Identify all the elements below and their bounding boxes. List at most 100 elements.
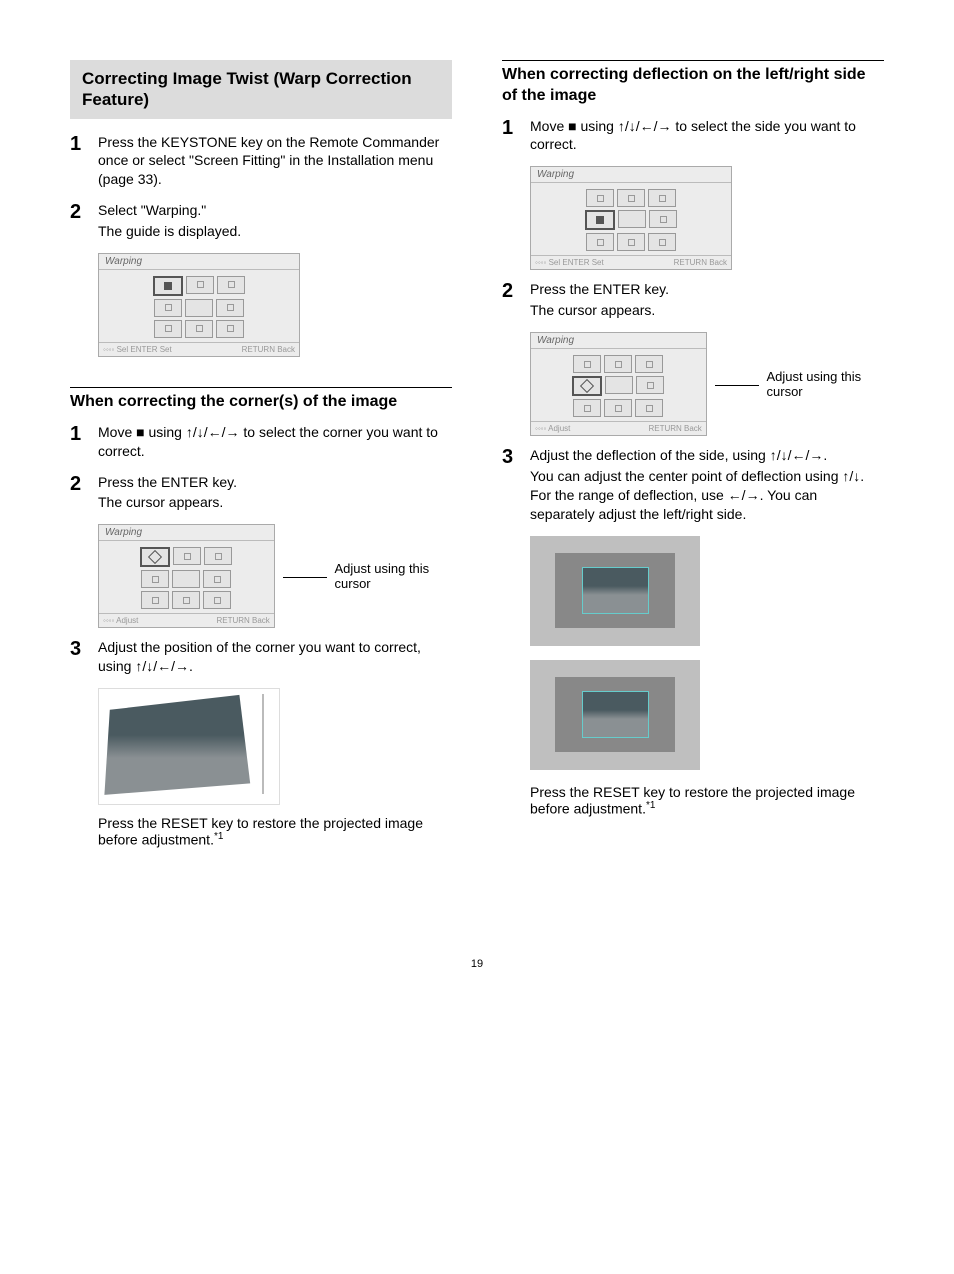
reset-note: Press the RESET key to restore the proje…	[98, 815, 452, 848]
grid-cell-selected	[585, 210, 615, 230]
step-text: Move ■ using ↑/↓/←/→ to select the side …	[530, 117, 884, 155]
section-heading: Correcting Image Twist (Warp Correction …	[70, 60, 452, 119]
two-column-layout: Correcting Image Twist (Warp Correction …	[70, 60, 884, 858]
warping-menu-title: Warping	[99, 525, 274, 541]
step-number: 2	[502, 280, 530, 302]
step-body: Select "Warping." The guide is displayed…	[98, 201, 452, 243]
grid-cell	[186, 276, 214, 294]
grid-cell	[635, 399, 663, 417]
warping-menu-title: Warping	[531, 167, 731, 183]
grid-cell	[141, 570, 169, 588]
grid-cell	[185, 320, 213, 338]
grid-cell	[204, 547, 232, 565]
step: 1 Move ■ using ↑/↓/←/→ to select the cor…	[70, 423, 452, 463]
step-body: Press the ENTER key. The cursor appears.	[530, 280, 884, 322]
menu-footer-left: ◦◦◦◦ Adjust	[103, 616, 138, 625]
warping-menu-title: Warping	[99, 254, 299, 270]
menu-footer-left: ◦◦◦◦ Adjust	[535, 424, 570, 433]
grid-cell	[648, 233, 676, 251]
cursor-callout-label: Adjust using this cursor	[335, 561, 452, 591]
grid-cell-cursor	[572, 376, 602, 396]
cursor-callout-label: Adjust using this cursor	[767, 369, 884, 399]
step-text: Press the ENTER key.	[530, 280, 884, 299]
grid-cell	[217, 276, 245, 294]
menu-footer-right: RETURN Back	[674, 258, 727, 267]
step: 3 Adjust the position of the corner you …	[70, 638, 452, 678]
step: 2 Press the ENTER key. The cursor appear…	[502, 280, 884, 322]
step-text: Press the KEYSTONE key on the Remote Com…	[98, 133, 452, 190]
grid-cell	[635, 355, 663, 373]
menu-footer-left: ◦◦◦◦ Sel ENTER Set	[103, 345, 172, 354]
step-number: 2	[70, 473, 98, 495]
step-number: 2	[70, 201, 98, 223]
menu-footer-right: RETURN Back	[242, 345, 295, 354]
step-text-secondary: The guide is displayed.	[98, 222, 452, 241]
grid-cell	[586, 189, 614, 207]
grid-cell	[604, 355, 632, 373]
grid-cell	[172, 591, 200, 609]
step: 3 Adjust the deflection of the side, usi…	[502, 446, 884, 526]
grid-cell	[141, 591, 169, 609]
sub-heading: When correcting the corner(s) of the ima…	[70, 387, 452, 413]
step-number: 1	[502, 117, 530, 139]
grid-cell	[573, 355, 601, 373]
menu-footer-right: RETURN Back	[648, 424, 701, 433]
menu-footer-right: RETURN Back	[216, 616, 269, 625]
warping-cursor-figure: Warping	[530, 332, 884, 436]
sub-heading: When correcting deflection on the left/r…	[502, 60, 884, 107]
step: 1 Press the KEYSTONE key on the Remote C…	[70, 133, 452, 192]
right-column: When correcting deflection on the left/r…	[502, 60, 884, 858]
grid-cell	[617, 189, 645, 207]
grid-cell	[172, 570, 200, 588]
page-number: 19	[70, 958, 884, 970]
step: 1 Move ■ using ↑/↓/←/→ to select the sid…	[502, 117, 884, 157]
warping-menu-figure: Warping	[530, 166, 884, 270]
grid-cell	[586, 233, 614, 251]
projected-image-figure	[98, 688, 452, 805]
deflection-figure-2	[530, 660, 884, 770]
grid-cell	[203, 570, 231, 588]
grid-cell	[649, 210, 677, 228]
grid-cell	[618, 210, 646, 228]
grid-cell-selected	[153, 276, 183, 296]
step-text: Adjust the deflection of the side, using…	[530, 446, 884, 465]
callout-line	[715, 385, 759, 386]
deflection-figure-1	[530, 536, 884, 646]
warping-menu-title: Warping	[531, 333, 706, 349]
step-number: 1	[70, 423, 98, 445]
warping-menu-figure: Warping	[98, 253, 452, 357]
grid-cell	[636, 376, 664, 394]
menu-footer-left: ◦◦◦◦ Sel ENTER Set	[535, 258, 604, 267]
footnote-ref: *1	[214, 831, 223, 842]
step-body: Press the KEYSTONE key on the Remote Com…	[98, 133, 452, 192]
grid-cell	[617, 233, 645, 251]
grid-cell	[604, 399, 632, 417]
step-text: Press the ENTER key.	[98, 473, 452, 492]
callout-line	[283, 577, 327, 578]
step-text-secondary: You can adjust the center point of defle…	[530, 467, 884, 524]
step-body: Adjust the deflection of the side, using…	[530, 446, 884, 526]
grid-cell	[185, 299, 213, 317]
step-body: Move ■ using ↑/↓/←/→ to select the side …	[530, 117, 884, 157]
grid-cell	[154, 299, 182, 317]
step-number: 3	[502, 446, 530, 468]
step-number: 1	[70, 133, 98, 155]
step: 2 Select "Warping." The guide is display…	[70, 201, 452, 243]
grid-cell	[648, 189, 676, 207]
step-body: Press the ENTER key. The cursor appears.	[98, 473, 452, 515]
step-body: Adjust the position of the corner you wa…	[98, 638, 452, 678]
grid-cell	[154, 320, 182, 338]
grid-cell	[203, 591, 231, 609]
grid-cell	[573, 399, 601, 417]
warping-cursor-figure: Warping	[98, 524, 452, 628]
reset-note: Press the RESET key to restore the proje…	[530, 784, 884, 817]
step-text-secondary: The cursor appears.	[98, 493, 452, 512]
grid-cell	[605, 376, 633, 394]
step-body: Move ■ using ↑/↓/←/→ to select the corne…	[98, 423, 452, 463]
footnote-ref: *1	[646, 800, 655, 811]
step-text-secondary: The cursor appears.	[530, 301, 884, 320]
step-text: Select "Warping."	[98, 201, 452, 220]
step-number: 3	[70, 638, 98, 660]
step-text: Move ■ using ↑/↓/←/→ to select the corne…	[98, 423, 452, 461]
left-column: Correcting Image Twist (Warp Correction …	[70, 60, 452, 858]
